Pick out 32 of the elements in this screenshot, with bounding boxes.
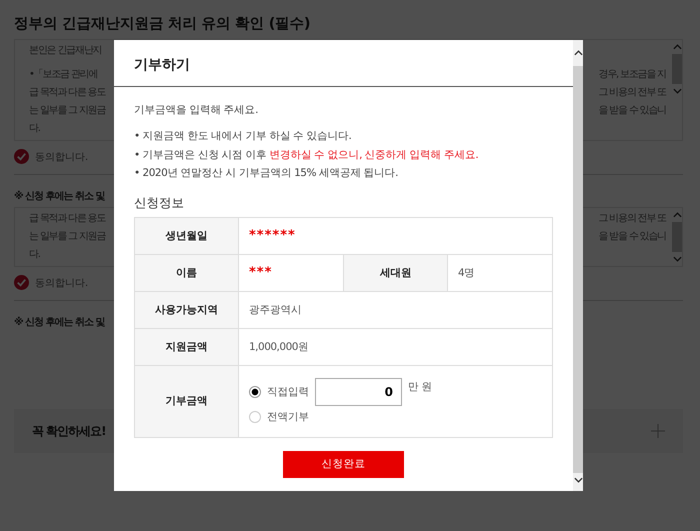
radio-button[interactable] <box>249 411 261 423</box>
submit-button[interactable]: 신청완료 <box>283 450 404 478</box>
plus-icon[interactable] <box>651 424 665 438</box>
notice-text: ※ 신청 후에는 취소 및 <box>14 316 105 329</box>
field-value: 1,000,000원 <box>239 328 553 366</box>
unit-label: 만 원 <box>408 380 432 394</box>
field-label: 생년월일 <box>135 218 239 254</box>
field-label: 세대원 <box>344 254 448 292</box>
radio-button[interactable] <box>249 386 261 398</box>
field-label: 이름 <box>135 254 239 292</box>
field-value: 광주광역시 <box>239 292 553 328</box>
intro-text: 기부금액을 입력해 주세요. <box>134 103 260 117</box>
dialog-title: 기부하기 <box>134 57 190 73</box>
check-circle-icon[interactable] <box>14 275 29 290</box>
notice-item: • 기부금액은 신청 시점 이후 변경하실 수 없으니, 신중하게 입력해 주세요. <box>134 148 480 162</box>
field-label: 사용가능지역 <box>135 292 239 328</box>
panel-title: 꼭 확인하세요! <box>32 422 106 440</box>
field-label: 지원금액 <box>135 328 239 366</box>
scroll-down-icon[interactable] <box>574 477 582 483</box>
field-value: 4명 <box>448 254 553 292</box>
notice-item: • 지원금액 한도 내에서 기부 하실 수 있습니다. <box>134 129 352 144</box>
option-label[interactable]: 직접입력 <box>267 385 309 399</box>
section-title: 신청정보 <box>134 194 185 212</box>
scroll-up-icon[interactable] <box>574 50 582 56</box>
amount-input[interactable]: 0 <box>315 378 402 406</box>
notice-item: • 2020년 연말정산 시 기부금액의 15% 세액공제 됩니다. <box>134 166 399 181</box>
page-heading: 정부의 긴급재난지원금 처리 유의 확인 (필수) <box>14 15 311 33</box>
option-label[interactable]: 전액기부 <box>267 410 309 424</box>
field-label: 기부금액 <box>135 366 239 438</box>
check-circle-icon[interactable] <box>14 149 29 164</box>
scrollbar[interactable] <box>573 40 583 491</box>
notice-text: ※ 신청 후에는 취소 및 <box>14 190 105 203</box>
